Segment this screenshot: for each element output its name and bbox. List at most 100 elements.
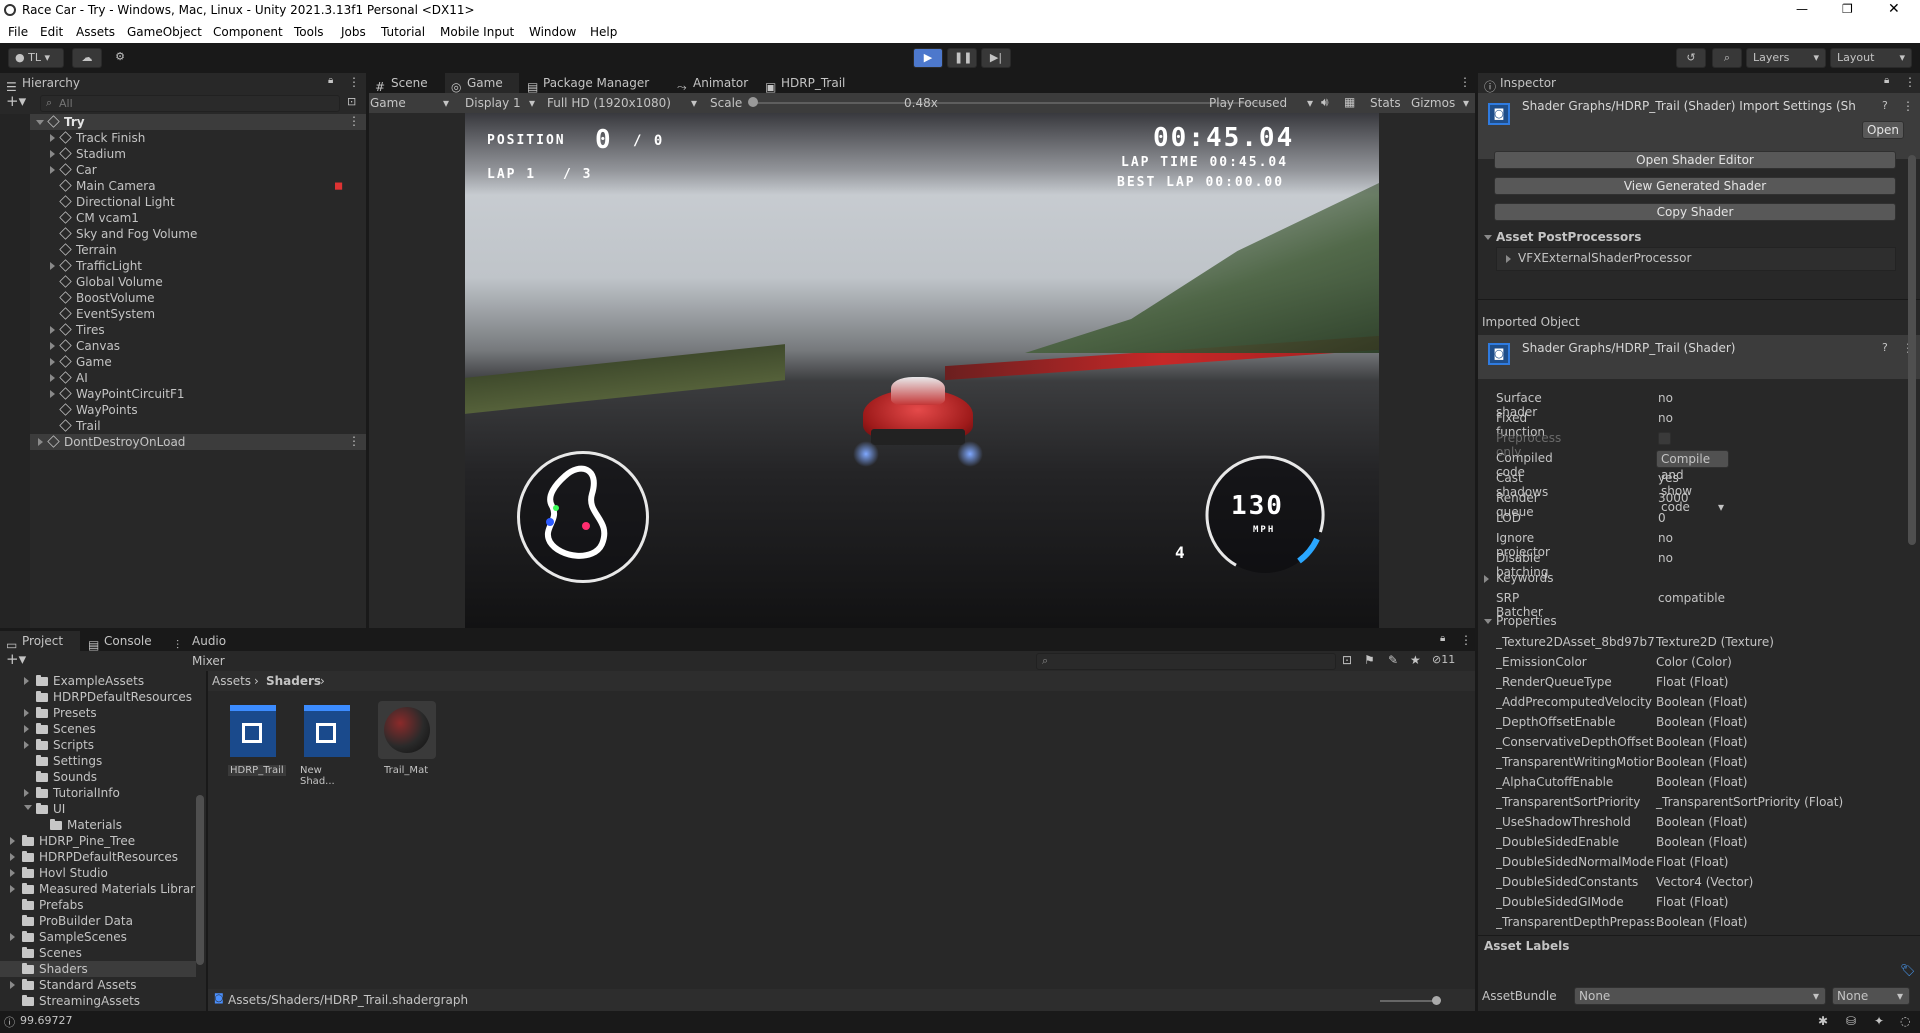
- view-generated-shader-button[interactable]: View Generated Shader: [1494, 177, 1896, 195]
- hierarchy-item[interactable]: WayPoints: [59, 402, 138, 418]
- breadcrumb-shaders[interactable]: Shaders: [266, 674, 321, 688]
- keywords-expand-icon[interactable]: [1484, 575, 1489, 583]
- menu-file[interactable]: File: [8, 25, 28, 39]
- hierarchy-item[interactable]: BoostVolume: [59, 290, 155, 306]
- lock-icon[interactable]: 🔒︎: [1440, 633, 1445, 644]
- postprocessor-item[interactable]: VFXExternalShaderProcessor: [1518, 251, 1691, 265]
- cloud-button[interactable]: ☁: [72, 48, 102, 68]
- menu-mobile-input[interactable]: Mobile Input: [440, 25, 514, 39]
- hierarchy-item[interactable]: AI: [59, 370, 88, 386]
- gizmos-dropdown-arrow[interactable]: ▾: [1463, 96, 1469, 110]
- help-icon[interactable]: ?: [1882, 99, 1888, 112]
- layers-dropdown[interactable]: Layers ▾: [1746, 48, 1826, 68]
- project-folder[interactable]: ProBuilder Data: [22, 913, 133, 929]
- icon-size-slider[interactable]: [1380, 1000, 1436, 1002]
- hierarchy-search-input[interactable]: [40, 95, 340, 112]
- expand-icon[interactable]: [50, 262, 55, 270]
- expand-icon[interactable]: [10, 853, 15, 861]
- icon-size-slider-handle[interactable]: [1432, 996, 1441, 1005]
- copy-shader-button[interactable]: Copy Shader: [1494, 203, 1896, 221]
- project-folder[interactable]: Standard Assets: [22, 977, 136, 993]
- hidden-packages-icon[interactable]: ⊘11: [1432, 653, 1455, 666]
- expand-icon[interactable]: [50, 134, 55, 142]
- asset-postprocessors-title[interactable]: Asset PostProcessors: [1496, 230, 1641, 244]
- expand-icon[interactable]: [24, 725, 29, 733]
- asset-tile-hdrp-trail[interactable]: HDRP_Trail: [224, 701, 286, 785]
- hierarchy-item[interactable]: Main Camera: [59, 178, 156, 194]
- tab-audio-mixer[interactable]: ⫶ Audio Mixer: [170, 631, 270, 668]
- project-folder[interactable]: Materials: [50, 817, 122, 833]
- resolution-dropdown[interactable]: Full HD (1920x1080) ▾: [547, 93, 699, 113]
- gizmos-button[interactable]: Gizmos: [1411, 96, 1455, 110]
- collapse-icon[interactable]: [1506, 255, 1511, 263]
- hierarchy-item[interactable]: Sky and Fog Volume: [59, 226, 197, 242]
- pause-button[interactable]: ❚❚: [947, 48, 977, 68]
- project-folder[interactable]: HDRP_Pine_Tree: [22, 833, 135, 849]
- expand-icon[interactable]: [10, 933, 15, 941]
- hierarchy-item[interactable]: Global Volume: [59, 274, 163, 290]
- project-folder[interactable]: UI: [36, 801, 65, 817]
- menu-component[interactable]: Component: [213, 25, 283, 39]
- project-folder[interactable]: HDRPDefaultResources: [22, 849, 178, 865]
- menu-tools[interactable]: Tools: [294, 25, 324, 39]
- hierarchy-item[interactable]: Car: [59, 162, 97, 178]
- tab-project[interactable]: ▭ Project: [0, 631, 80, 652]
- collapse-icon[interactable]: [24, 805, 32, 810]
- project-folder[interactable]: SampleScenes: [22, 929, 127, 945]
- tab-scene[interactable]: # Scene: [369, 73, 443, 94]
- expand-icon[interactable]: [10, 837, 15, 845]
- tab-game[interactable]: ◎ Game: [445, 73, 519, 94]
- kebab-menu-icon[interactable]: ⋮: [1459, 75, 1471, 89]
- expand-icon[interactable]: [50, 390, 55, 398]
- search-by-type-icon[interactable]: ⊡: [1342, 653, 1352, 667]
- tag-icon[interactable]: ✎: [1388, 653, 1398, 667]
- menu-tutorial[interactable]: Tutorial: [381, 25, 425, 39]
- play-button[interactable]: ▶: [913, 48, 943, 68]
- step-button[interactable]: ▶|: [981, 48, 1011, 68]
- hierarchy-item[interactable]: Tires: [59, 322, 105, 338]
- search-by-label-icon[interactable]: ⚑: [1364, 653, 1375, 667]
- open-button[interactable]: Open: [1862, 121, 1904, 139]
- menu-assets[interactable]: Assets: [76, 25, 115, 39]
- hierarchy-item[interactable]: WayPointCircuitF1: [59, 386, 185, 402]
- create-button[interactable]: +▾: [6, 650, 26, 668]
- inspector-scrollbar[interactable]: [1908, 155, 1916, 545]
- aspect-grid-icon[interactable]: ▦: [1344, 95, 1355, 109]
- expand-icon[interactable]: [50, 358, 55, 366]
- progress-icon[interactable]: ◌: [1900, 1014, 1910, 1028]
- hierarchy-item[interactable]: EventSystem: [59, 306, 155, 322]
- add-button[interactable]: +▾: [6, 92, 26, 110]
- expand-icon[interactable]: [24, 709, 29, 717]
- menu-jobs[interactable]: Jobs: [341, 25, 366, 39]
- breadcrumb-assets[interactable]: Assets: [212, 674, 251, 688]
- project-folder[interactable]: Settings: [36, 753, 102, 769]
- project-folder[interactable]: Measured Materials Librar: [22, 881, 195, 897]
- hierarchy-item[interactable]: Game: [59, 354, 112, 370]
- tab-package-manager[interactable]: ▤ Package Manager: [521, 73, 671, 94]
- hierarchy-item[interactable]: Canvas: [59, 338, 120, 354]
- debug-mode-icon[interactable]: ✦: [1874, 1014, 1884, 1028]
- menu-window[interactable]: Window: [529, 25, 576, 39]
- dontdestroy-menu-icon[interactable]: ⋮: [348, 434, 360, 448]
- project-folder[interactable]: Presets: [36, 705, 97, 721]
- scale-slider-handle[interactable]: [748, 97, 758, 107]
- mute-audio-icon[interactable]: 🔊︎: [1321, 95, 1329, 110]
- project-folder[interactable]: StreamingAssets: [22, 993, 140, 1009]
- open-shader-editor-button[interactable]: Open Shader Editor: [1494, 151, 1896, 169]
- status-text[interactable]: 99.69727: [20, 1014, 73, 1027]
- game-mode-dropdown[interactable]: Game ▾: [369, 93, 455, 113]
- history-button[interactable]: ↺: [1676, 48, 1706, 68]
- stats-button[interactable]: Stats: [1370, 96, 1401, 110]
- scale-slider[interactable]: [751, 102, 1267, 104]
- expand-icon[interactable]: [24, 789, 29, 797]
- display-dropdown[interactable]: Display 1 ▾: [465, 93, 537, 113]
- kebab-menu-icon[interactable]: ⋮: [1460, 633, 1472, 647]
- project-search-input[interactable]: [1036, 653, 1336, 670]
- lock-icon[interactable]: 🔒︎: [1884, 75, 1889, 86]
- expand-icon[interactable]: [10, 885, 15, 893]
- collapse-icon[interactable]: [38, 438, 43, 446]
- hierarchy-item[interactable]: Stadium: [59, 146, 126, 162]
- tree-scrollbar[interactable]: [196, 795, 204, 965]
- kebab-menu-icon[interactable]: ⋮: [348, 75, 360, 89]
- collab-button[interactable]: ⚙: [108, 48, 132, 68]
